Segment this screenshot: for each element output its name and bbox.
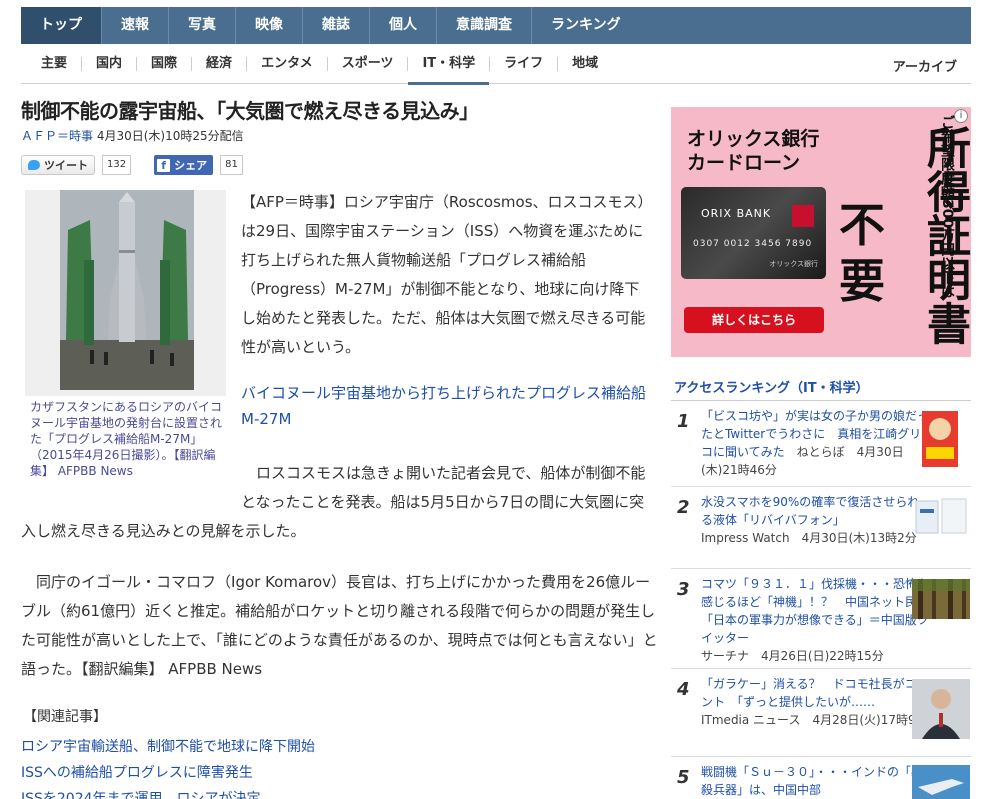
subnav-sports[interactable]: スポーツ (328, 57, 409, 71)
rank-title[interactable]: 「ガラケー」消える？ ドコモ社長がコメント 「ずっと提供したいが…… (701, 677, 929, 709)
rank-text: 戦闘機「Ｓｕ－３０」・・・インドの「必殺兵器」は、中国中部 (701, 763, 929, 799)
rank-title[interactable]: コマツ「９３１．１」伐採機・・・恐怖を感じるほど「神機」！？ 中国ネット民「日本… (701, 577, 929, 645)
subnav-international[interactable]: 国際 (137, 57, 193, 71)
share-count: 81 (220, 155, 243, 175)
ranking-item[interactable]: 3 コマツ「９３１．１」伐採機・・・恐怖を感じるほど「神機」！？ 中国ネット民「… (671, 569, 971, 669)
nav-top[interactable]: トップ (21, 7, 102, 44)
nav-magazine[interactable]: 雑誌 (303, 7, 370, 44)
paragraph-2-part-2: 入し燃え尽きる見込みとの見解を示した。 (21, 522, 306, 540)
ranking-item[interactable]: 1 「ビスコ坊や」が実は女の子か男の娘だったとTwitterでうわさに 真相を江… (671, 401, 971, 487)
subnav-life[interactable]: ライフ (490, 57, 559, 71)
ad-info-icon[interactable]: i (954, 109, 968, 123)
subnav-region[interactable]: 地域 (558, 57, 612, 71)
rank-title[interactable]: 戦闘機「Ｓｕ－３０」・・・インドの「必殺兵器」は、中国中部 (701, 765, 923, 797)
forest-image (912, 579, 970, 619)
card-logo-icon (792, 205, 814, 227)
rank-text: 「ガラケー」消える？ ドコモ社長がコメント 「ずっと提供したいが…… ITmed… (701, 675, 929, 729)
rank-title[interactable]: 水没スマホを90%の確率で復活させられる液体「リバイバフォン」 (701, 495, 919, 527)
rank-meta: Impress Watch 4月30日(木)13時2分 (701, 531, 917, 545)
facebook-share-button[interactable]: f シェア (154, 155, 214, 175)
ranking-item[interactable]: 4 「ガラケー」消える？ ドコモ社長がコメント 「ずっと提供したいが…… ITm… (671, 669, 971, 757)
rank-thumbnail (912, 679, 970, 739)
related-link[interactable]: ロシア宇宙輸送船、制御不能で地球に降下開始 (21, 734, 315, 760)
rank-thumbnail (912, 411, 970, 467)
rank-text: 水没スマホを90%の確率で復活させられる液体「リバイバフォン」 Impress W… (701, 493, 929, 547)
twitter-bird-icon (28, 160, 40, 170)
rank-number: 2 (677, 497, 690, 518)
tweet-count: 132 (102, 155, 132, 175)
related-links: ロシア宇宙輸送船、制御不能で地球に降下開始 ISSへの補給船プログレスに障害発生… (21, 734, 315, 799)
facebook-icon: f (157, 158, 171, 172)
rocket-photo-drawing (60, 190, 194, 390)
rank-meta: サーチナ 4月26日(日)22時15分 (701, 649, 884, 663)
paragraph-3-text: 同庁のイゴール・コマロフ（Igor Komarov）長官は、打ち上げにかかった費… (21, 573, 658, 678)
rank-text: 「ビスコ坊や」が実は女の子か男の娘だったとTwitterでうわさに 真相を江崎グ… (701, 407, 929, 479)
rank-thumbnail (912, 579, 970, 631)
subnav-main[interactable]: 主要 (21, 57, 83, 71)
ad-vertical-small: ご希望限度額300万円以下は (939, 115, 955, 299)
article-title: 制御不能の露宇宙船、「大気圏で燃え尽きる見込み」 (21, 99, 479, 123)
rocket-photo[interactable] (60, 190, 194, 390)
related-link[interactable]: ISSを2024年まで運用、ロシアが決定 (21, 786, 315, 799)
nav-ranking[interactable]: ランキング (532, 7, 640, 44)
social-buttons: ツイート 132 f シェア 81 (21, 155, 243, 175)
share-label: シェア (174, 159, 208, 172)
related-link[interactable]: ISSへの補給船プログレスに障害発生 (21, 760, 315, 786)
paragraph-2-part-1-text: ロスコスモスは急きょ開いた記者会見で、船体が制御不能となったことを発表。船は5月… (241, 464, 646, 511)
nav-video[interactable]: 映像 (236, 7, 303, 44)
rank-text: コマツ「９３１．１」伐採機・・・恐怖を感じるほど「神機」！？ 中国ネット民「日本… (701, 575, 929, 665)
subnav-entertainment[interactable]: エンタメ (247, 57, 328, 71)
related-heading: 【関連記事】 (23, 709, 107, 725)
nav-survey[interactable]: 意識調査 (437, 7, 532, 44)
rank-number: 1 (677, 411, 690, 432)
paragraph-3: 同庁のイゴール・コマロフ（Igor Komarov）長官は、打ち上げにかかった費… (21, 568, 661, 684)
ad-banner[interactable]: i オリックス銀行 カードローン ORIX BANK 0307 0012 345… (671, 107, 971, 357)
ranking-item[interactable]: 5 戦闘機「Ｓｕ－３０」・・・インドの「必殺兵器」は、中国中部 (671, 757, 971, 799)
nav-personal[interactable]: 個人 (370, 7, 437, 44)
paragraph-1: 【AFP＝時事】ロシア宇宙庁（Roscosmos、ロスコスモス）は29日、国際宇… (241, 193, 653, 356)
nav-photo[interactable]: 写真 (169, 7, 236, 44)
ad-brand-line-2: カードローン (687, 152, 801, 174)
ranking-heading[interactable]: アクセスランキング（IT・科学） (674, 377, 869, 396)
jet-photo (912, 765, 970, 799)
archive-link[interactable]: アーカイブ (893, 56, 957, 75)
article-date: 4月30日(木)10時25分配信 (93, 129, 244, 143)
subnav-domestic[interactable]: 国内 (82, 57, 138, 71)
nav-news[interactable]: 速報 (102, 7, 169, 44)
rank-meta: ITmedia ニュース 4月28日(火)17時9分 (701, 713, 928, 727)
rank-thumbnail (912, 765, 970, 799)
article-source[interactable]: ＡＦＰ＝時事 (21, 129, 93, 143)
product-image (915, 498, 967, 534)
photo-link[interactable]: バイコヌール宇宙基地から打ち上げられたプログレス補給船M-27M (241, 380, 653, 432)
rank-number: 3 (677, 579, 690, 600)
ad-details-button[interactable]: 詳しくはこちら (684, 307, 824, 333)
ad-brand-line-1: オリックス銀行 (687, 128, 820, 150)
subnav-it-science[interactable]: IT・科学 (408, 57, 491, 85)
byline: ＡＦＰ＝時事 4月30日(木)10時25分配信 (21, 127, 244, 144)
rank-number: 5 (677, 767, 690, 788)
rank-number: 4 (677, 679, 690, 700)
card-bank-name: ORIX BANK (701, 207, 772, 220)
snack-box-image (922, 411, 958, 467)
card-issuer: オリックス銀行 (769, 260, 818, 268)
ad-credit-card: ORIX BANK 0307 0012 3456 7890 オリックス銀行 (681, 187, 826, 279)
subnav-economy[interactable]: 経済 (192, 57, 248, 71)
paragraph-2-part-1: ロスコスモスは急きょ開いた記者会見で、船体が制御不能となったことを発表。船は5月… (241, 459, 653, 517)
ranking-item[interactable]: 2 水没スマホを90%の確率で復活させられる液体「リバイバフォン」 Impress… (671, 487, 971, 569)
top-nav: トップ 速報 写真 映像 雑誌 個人 意識調査 ランキング (21, 7, 971, 44)
card-number: 0307 0012 3456 7890 (693, 239, 813, 249)
rank-thumbnail (912, 497, 970, 549)
person-photo (912, 679, 970, 739)
tweet-button[interactable]: ツイート (21, 155, 95, 175)
ad-big-text: 不要 (839, 198, 885, 308)
photo-caption: カザフスタンにあるロシアのバイコヌール宇宙基地の発射台に設置された「プログレス補… (30, 400, 223, 478)
ad-brand: オリックス銀行 カードローン (687, 127, 819, 175)
sub-nav: 主要 国内 国際 経済 エンタメ スポーツ IT・科学 ライフ 地域 アーカイブ (21, 44, 971, 85)
photo-frame (25, 190, 226, 396)
tweet-label: ツイート (44, 159, 88, 172)
